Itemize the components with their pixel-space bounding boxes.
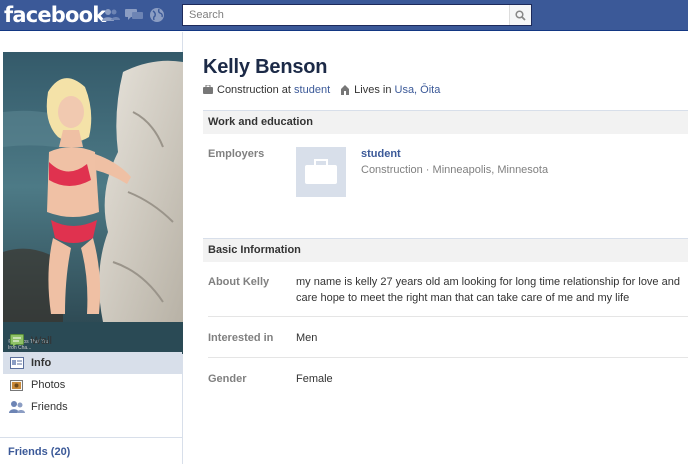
- top-bar: facebook: [0, 0, 688, 31]
- row-divider: [208, 316, 688, 317]
- sidebar-item-label: Photos: [31, 379, 66, 391]
- sidebar-item-friends[interactable]: Friends: [3, 396, 182, 418]
- search-input[interactable]: [183, 5, 509, 25]
- sidebar-item-info[interactable]: Info: [3, 352, 182, 374]
- employers-label: Employers: [208, 148, 265, 160]
- employer-thumbnail[interactable]: [296, 147, 346, 197]
- left-divider: [0, 437, 182, 438]
- home-icon: [340, 85, 350, 95]
- notification-jewels: [102, 7, 166, 23]
- sidebar-item-photos[interactable]: Photos: [3, 374, 182, 396]
- lives-prefix: Lives in: [354, 84, 392, 96]
- sidebar-item-label: Info: [31, 357, 52, 369]
- friend-requests-icon[interactable]: [102, 7, 120, 23]
- job-prefix: Construction at: [217, 84, 291, 96]
- info-icon: [9, 355, 25, 371]
- employer-detail: Construction · Minneapolis, Minnesota: [361, 164, 549, 176]
- sidebar-item-label: Wall: [31, 335, 52, 347]
- profile-name[interactable]: Kelly Benson: [203, 56, 328, 79]
- profile-nav: Wall Info Photos Friends: [3, 330, 182, 418]
- search-box: [182, 4, 532, 26]
- notifications-globe-icon[interactable]: [148, 7, 166, 23]
- search-button[interactable]: [509, 5, 531, 25]
- basic-info-heading: Basic Information: [203, 238, 688, 262]
- briefcase-icon: [203, 85, 213, 95]
- friends-icon: [9, 399, 25, 415]
- interested-in-label: Interested in: [208, 332, 274, 344]
- wall-icon: [9, 333, 25, 349]
- sidebar-item-label: Friends: [31, 401, 68, 413]
- sidebar-item-wall[interactable]: Wall: [3, 330, 182, 352]
- friends-count-link[interactable]: Friends (20): [8, 446, 70, 458]
- messages-icon[interactable]: [125, 7, 143, 23]
- gender-label: Gender: [208, 373, 247, 385]
- about-label: About Kelly: [208, 276, 270, 288]
- search-icon: [515, 9, 526, 21]
- profile-picture[interactable]: © Photos Thai Tru Iron Cha...: [3, 52, 183, 354]
- employer-name-link[interactable]: student: [361, 148, 401, 160]
- profile-subline: Construction at student Lives in Usa, Ōi…: [203, 84, 440, 96]
- left-column: © Photos Thai Tru Iron Cha... Wall Info …: [0, 32, 183, 464]
- gender-value: Female: [296, 373, 333, 385]
- job-employer-link[interactable]: student: [294, 84, 330, 96]
- work-education-heading: Work and education: [203, 110, 688, 134]
- facebook-logo[interactable]: facebook: [4, 3, 106, 27]
- photos-icon: [9, 377, 25, 393]
- interested-in-value: Men: [296, 332, 318, 344]
- row-divider: [208, 357, 688, 358]
- about-value: my name is kelly 27 years old am looking…: [296, 276, 680, 304]
- briefcase-icon: [305, 159, 337, 184]
- lives-location-link[interactable]: Usa, Ōita: [395, 84, 441, 96]
